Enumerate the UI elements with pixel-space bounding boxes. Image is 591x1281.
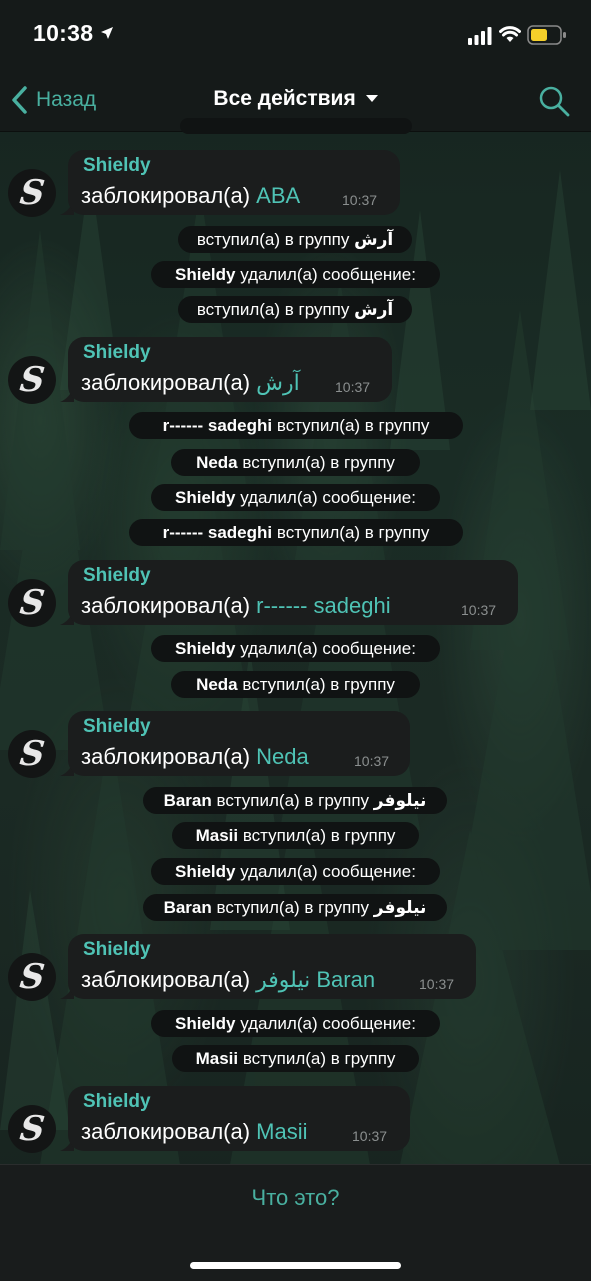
service-message: вступил(а) в группу آرش xyxy=(178,296,412,323)
message-bubble[interactable]: Shieldy заблокировал(а) نیلوفر Baran 10:… xyxy=(68,934,476,999)
message-time: 10:37 xyxy=(342,192,378,208)
message-text: заблокировал(а) r------ sadeghi xyxy=(81,593,391,618)
message-bubble[interactable]: Shieldy заблокировал(а) ABA 10:37 xyxy=(68,150,400,215)
message-sender: Shieldy xyxy=(83,155,151,176)
service-message: вступил(а) в группу آرش xyxy=(178,226,412,253)
message-sender: Shieldy xyxy=(83,565,151,586)
search-icon[interactable] xyxy=(538,85,570,117)
message-text: заблокировал(а) ABA xyxy=(81,183,301,208)
service-message: Shieldy удалил(а) сообщение: xyxy=(151,635,440,662)
user-mention[interactable]: ABA xyxy=(256,183,300,208)
message-bubble[interactable]: Shieldy заблокировал(а) Neda 10:37 xyxy=(68,711,410,776)
message-text: заблокировал(а) Neda xyxy=(81,744,309,769)
filter-title-dropdown[interactable]: Все действия xyxy=(0,87,591,111)
avatar[interactable]: S xyxy=(8,953,56,1001)
message-bubble[interactable]: Shieldy заблокировал(а) آرش 10:37 xyxy=(68,337,392,402)
message-time: 10:37 xyxy=(335,379,371,395)
location-arrow-icon xyxy=(101,27,113,39)
cellular-signal-icon xyxy=(468,27,492,45)
service-message: Shieldy удалил(а) сообщение: xyxy=(151,484,440,511)
message-text: заблокировал(а) آرش xyxy=(81,370,300,395)
service-message: Shieldy удалил(а) сообщение: xyxy=(151,858,440,885)
message-time: 10:37 xyxy=(419,976,455,992)
caret-down-icon xyxy=(365,95,378,103)
message-time: 10:37 xyxy=(352,1128,388,1144)
user-mention[interactable]: نیلوفر Baran xyxy=(256,967,375,992)
avatar[interactable]: S xyxy=(8,169,56,217)
message-bubble[interactable]: Shieldy заблокировал(а) Masii 10:37 xyxy=(68,1086,410,1151)
user-mention[interactable]: Neda xyxy=(256,744,309,769)
service-message: Neda вступил(а) в группу xyxy=(171,449,420,476)
status-bar: 10:38 xyxy=(0,0,591,70)
avatar[interactable]: S xyxy=(8,730,56,778)
service-message: Baran вступил(а) в группу نیلوفر xyxy=(143,787,447,814)
service-message-partial xyxy=(180,118,412,134)
battery-icon xyxy=(527,25,566,45)
wifi-icon xyxy=(499,26,521,42)
message-text: заблокировал(а) Masii xyxy=(81,1119,308,1144)
what-is-this-button[interactable]: Что это? xyxy=(0,1185,591,1211)
message-sender: Shieldy xyxy=(83,716,151,737)
bottom-bar: Что это? xyxy=(0,1164,591,1281)
status-time: 10:38 xyxy=(33,20,94,46)
service-message: Neda вступил(а) в группу xyxy=(171,671,420,698)
avatar[interactable]: S xyxy=(8,579,56,627)
message-bubble[interactable]: Shieldy заблокировал(а) r------ sadeghi … xyxy=(68,560,518,625)
message-sender: Shieldy xyxy=(83,939,151,960)
user-mention[interactable]: آرش xyxy=(256,370,300,395)
message-text: заблокировал(а) نیلوفر Baran xyxy=(81,967,376,992)
message-time: 10:37 xyxy=(461,602,497,618)
message-sender: Shieldy xyxy=(83,342,151,363)
service-message: Shieldy удалил(а) сообщение: xyxy=(151,1010,440,1037)
service-message: Masii вступил(а) в группу xyxy=(172,822,419,849)
user-mention[interactable]: r------ sadeghi xyxy=(256,593,390,618)
service-message: r------ sadeghi вступил(а) в группу xyxy=(129,412,463,439)
home-indicator[interactable] xyxy=(190,1262,401,1269)
message-sender: Shieldy xyxy=(83,1091,151,1112)
service-message: r------ sadeghi вступил(а) в группу xyxy=(129,519,463,546)
service-message: Masii вступил(а) в группу xyxy=(172,1045,419,1072)
avatar[interactable]: S xyxy=(8,356,56,404)
service-message: Shieldy удалил(а) сообщение: xyxy=(151,261,440,288)
user-mention[interactable]: Masii xyxy=(256,1119,307,1144)
message-time: 10:37 xyxy=(354,753,390,769)
service-message: Baran вступил(а) в группу نیلوفر xyxy=(143,894,447,921)
avatar[interactable]: S xyxy=(8,1105,56,1153)
page-title: Все действия xyxy=(213,87,356,110)
